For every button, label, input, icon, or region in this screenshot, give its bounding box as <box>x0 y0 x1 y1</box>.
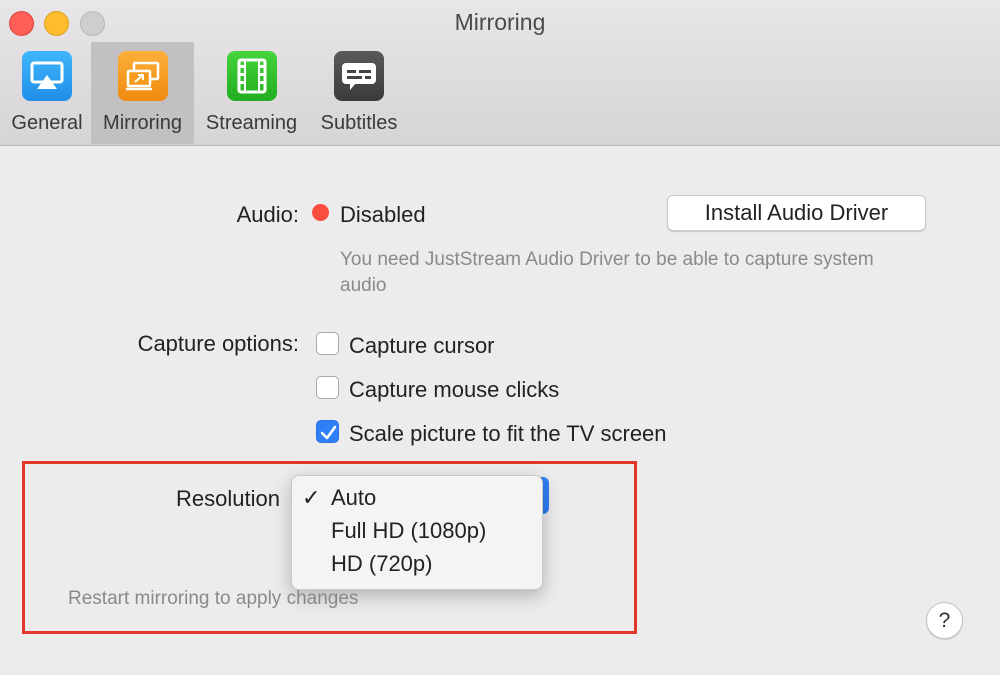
resolution-option-label: HD (720p) <box>331 551 433 576</box>
checkmark-icon: ✓ <box>302 485 321 510</box>
scale-picture-label[interactable]: Scale picture to fit the TV screen <box>349 421 667 447</box>
tab-mirroring-label: Mirroring <box>103 112 182 134</box>
window-title: Mirroring <box>454 9 546 35</box>
tab-general-label: General <box>11 112 83 134</box>
capture-mouse-clicks-label[interactable]: Capture mouse clicks <box>349 377 559 403</box>
subtitles-icon <box>334 51 384 101</box>
install-audio-driver-button[interactable]: Install Audio Driver <box>667 195 926 231</box>
tab-mirroring[interactable]: Mirroring <box>91 42 194 144</box>
window-titlebar: Mirroring General Mirroring Streaming Su… <box>0 0 1000 146</box>
tab-subtitles-label: Subtitles <box>320 112 398 134</box>
airplay-icon <box>22 51 72 101</box>
resolution-option-auto[interactable]: ✓ Auto <box>292 482 542 515</box>
capture-options-label: Capture options: <box>137 331 299 356</box>
mirroring-icon <box>117 51 168 101</box>
capture-cursor-label[interactable]: Capture cursor <box>349 333 495 359</box>
tab-streaming-label: Streaming <box>205 112 298 134</box>
resolution-dropdown-menu: ✓ Auto Full HD (1080p) HD (720p) <box>291 475 543 590</box>
resolution-label: Resolution <box>176 486 280 511</box>
tab-streaming[interactable]: Streaming <box>199 42 304 144</box>
scale-picture-checkbox[interactable] <box>316 420 339 443</box>
audio-hint: You need JustStream Audio Driver to be a… <box>340 249 874 296</box>
restart-note: Restart mirroring to apply changes <box>68 588 359 609</box>
audio-label: Audio: <box>236 202 299 227</box>
audio-status: Disabled <box>340 202 426 227</box>
capture-cursor-checkbox[interactable] <box>316 332 339 355</box>
resolution-option-label: Auto <box>331 485 377 510</box>
help-button[interactable]: ? <box>926 602 963 639</box>
film-icon <box>226 51 277 101</box>
audio-status-dot-icon <box>312 204 329 221</box>
resolution-option-full-hd[interactable]: Full HD (1080p) <box>292 515 542 548</box>
checkmark-icon <box>320 425 337 440</box>
tab-general[interactable]: General <box>3 42 91 144</box>
resolution-option-label: Full HD (1080p) <box>331 518 487 543</box>
capture-mouse-clicks-checkbox[interactable] <box>316 376 339 399</box>
tab-subtitles[interactable]: Subtitles <box>312 42 406 144</box>
resolution-option-hd[interactable]: HD (720p) <box>292 548 542 581</box>
